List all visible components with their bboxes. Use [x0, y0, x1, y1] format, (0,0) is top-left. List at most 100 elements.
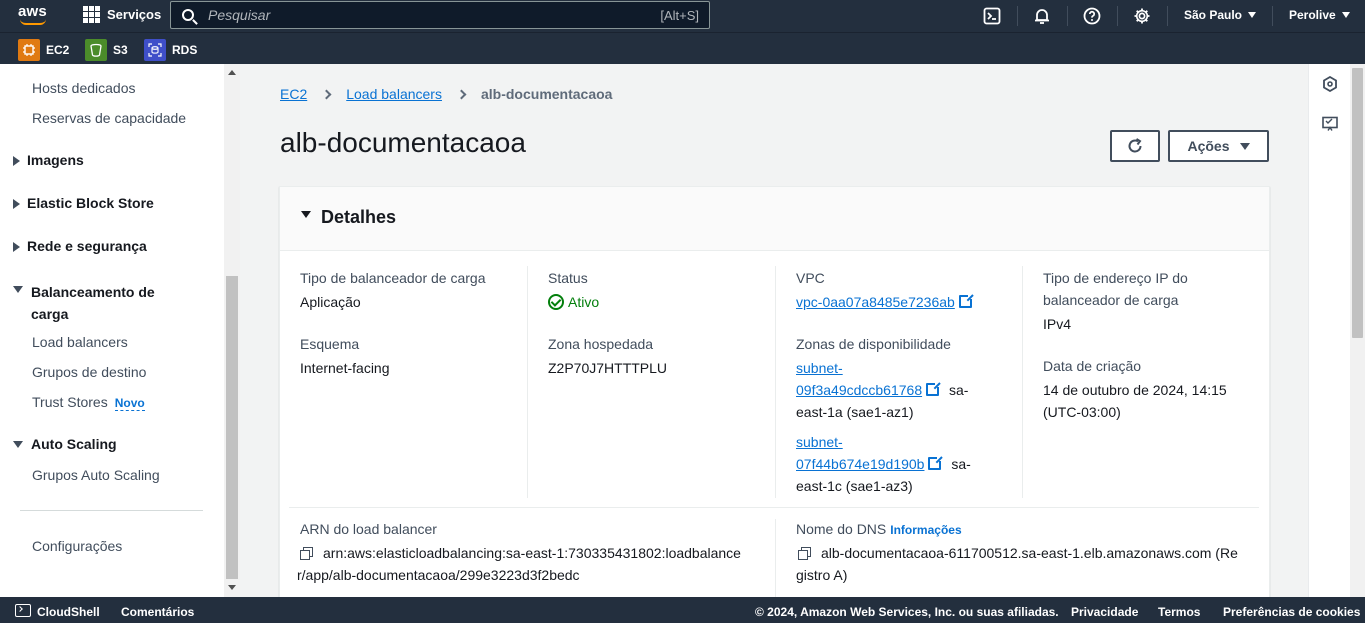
- page-title: alb-documentacaoa: [280, 127, 526, 158]
- bell-icon[interactable]: [1032, 6, 1052, 26]
- aws-logo[interactable]: aws: [18, 3, 50, 29]
- check-circle-icon: [548, 294, 564, 310]
- sidebar-item-hosts-dedicados[interactable]: Hosts dedicados: [32, 80, 136, 96]
- sidebar-section-label: Elastic Block Store: [27, 195, 154, 211]
- subnet1-az: east-1a (sae1-az1): [796, 404, 914, 420]
- breadcrumb-load-balancers[interactable]: Load balancers: [346, 86, 442, 102]
- actions-dropdown-button[interactable]: Ações: [1168, 130, 1269, 162]
- subnet1-az-part1: sa-: [949, 382, 969, 398]
- favorites-bar: EC2 S3 RDS: [0, 32, 1365, 64]
- scroll-down-icon[interactable]: [228, 585, 236, 590]
- sidebar-item-load-balancers[interactable]: Load balancers: [32, 334, 128, 350]
- esquema-label: Esquema: [300, 336, 360, 352]
- caret-down-icon: [301, 211, 311, 218]
- external-link-icon[interactable]: [958, 293, 974, 308]
- gear-icon[interactable]: [1132, 6, 1152, 26]
- sidebar-section-label: Auto Scaling: [31, 436, 117, 452]
- copy-icon[interactable]: [300, 547, 313, 560]
- row-divider: [289, 507, 1259, 508]
- refresh-icon: [1128, 138, 1142, 153]
- info-link[interactable]: Informações: [890, 523, 961, 537]
- subnet1-link-part1[interactable]: subnet-: [796, 360, 843, 376]
- caret-right-icon: [13, 242, 20, 252]
- vpc-link[interactable]: vpc-0aa07a8485e7236ab: [796, 294, 955, 310]
- arn-value-line1: arn:aws:elasticloadbalancing:sa-east-1:7…: [300, 542, 741, 564]
- sidebar-section-label-line1: Balanceamento de: [31, 284, 155, 300]
- footer-termos[interactable]: Termos: [1158, 605, 1200, 619]
- tipo-value: Aplicação: [300, 294, 361, 310]
- breadcrumb: EC2 Load balancers alb-documentacaoa: [280, 86, 612, 102]
- favorite-label: EC2: [46, 43, 70, 57]
- cloudshell-icon[interactable]: [982, 6, 1002, 26]
- favorite-label: RDS: [172, 43, 198, 57]
- caret-down-icon: [13, 441, 23, 448]
- sidebar-item-label: Trust Stores: [32, 394, 108, 410]
- zona-label: Zona hospedada: [548, 336, 654, 352]
- top-navigation: aws Serviços [Alt+S] São Paulo Perolive: [0, 0, 1365, 32]
- caret-down-icon: [1341, 12, 1350, 18]
- favorite-rds[interactable]: RDS: [144, 39, 197, 61]
- external-link-icon[interactable]: [928, 455, 944, 470]
- ip-label-line2: balanceador de carga: [1043, 292, 1179, 308]
- scroll-up-icon[interactable]: [228, 70, 236, 75]
- subnet2-line2: 07f44b674e19d190b sa-: [796, 453, 971, 475]
- services-menu-button[interactable]: Serviços: [83, 6, 161, 23]
- caret-right-icon: [13, 156, 20, 166]
- sidebar-item-grupos-auto-scaling[interactable]: Grupos Auto Scaling: [32, 467, 160, 483]
- favorite-ec2[interactable]: EC2: [18, 39, 69, 61]
- cloudshell-icon[interactable]: [15, 604, 31, 617]
- subnet2-link-part2[interactable]: 07f44b674e19d190b: [796, 456, 924, 472]
- copy-icon[interactable]: [798, 547, 811, 560]
- page-scrollbar-thumb[interactable]: [1352, 68, 1363, 338]
- help-icon[interactable]: [1082, 6, 1102, 26]
- account-menu[interactable]: Perolive: [1289, 8, 1350, 22]
- status-value: Ativo: [548, 291, 599, 313]
- tutorial-panel-icon[interactable]: [1322, 116, 1338, 132]
- footer-cloudshell[interactable]: CloudShell: [37, 605, 100, 619]
- caret-right-icon: [13, 199, 20, 209]
- subnet2-link-part1[interactable]: subnet-: [796, 434, 843, 450]
- column-divider: [775, 266, 776, 498]
- sidebar-section-label: Balanceamento de carga: [31, 281, 155, 325]
- sidebar-item-reservas[interactable]: Reservas de capacidade: [32, 110, 186, 126]
- new-badge: Novo: [114, 396, 145, 411]
- external-link-icon[interactable]: [926, 381, 942, 396]
- sidebar-scrollbar-thumb[interactable]: [226, 276, 238, 579]
- ec2-icon: [18, 39, 40, 61]
- refresh-button[interactable]: [1110, 130, 1160, 162]
- info-hexagon-icon[interactable]: [1322, 76, 1338, 92]
- data-value-line2: (UTC-03:00): [1043, 404, 1121, 420]
- sidebar-item-grupos-destino[interactable]: Grupos de destino: [32, 364, 146, 380]
- account-label: Perolive: [1289, 8, 1336, 22]
- region-label: São Paulo: [1184, 8, 1243, 22]
- sidebar-section-imagens[interactable]: Imagens: [13, 152, 84, 168]
- region-selector[interactable]: São Paulo: [1184, 8, 1257, 22]
- services-label: Serviços: [107, 7, 162, 22]
- sidebar-section-label: Rede e segurança: [27, 238, 147, 254]
- data-value-line1: 14 de outubro de 2024, 14:15: [1043, 382, 1227, 398]
- sidebar-item-trust-stores[interactable]: Trust Stores Novo: [32, 394, 145, 411]
- dns-value-line2: gistro A): [796, 567, 848, 583]
- search-bar[interactable]: [Alt+S]: [170, 1, 710, 29]
- details-panel-header[interactable]: Detalhes: [280, 187, 1269, 251]
- search-input[interactable]: [208, 7, 628, 23]
- sidebar-section-auto-scaling[interactable]: Auto Scaling: [13, 436, 117, 452]
- subnet1-link-part2[interactable]: 09f3a49cdccb61768: [796, 382, 922, 398]
- arn-text-part1: arn:aws:elasticloadbalancing:sa-east-1:7…: [323, 545, 741, 561]
- sidebar-section-balanceamento[interactable]: Balanceamento de carga: [13, 281, 155, 325]
- breadcrumb-ec2[interactable]: EC2: [280, 86, 307, 102]
- details-panel-title: Detalhes: [321, 207, 397, 227]
- sidebar-section-ebs[interactable]: Elastic Block Store: [13, 195, 154, 211]
- sidebar-item-configuracoes[interactable]: Configurações: [32, 538, 122, 554]
- subnet2-az: east-1c (sae1-az3): [796, 478, 913, 494]
- footer-comentarios[interactable]: Comentários: [121, 605, 194, 619]
- footer: CloudShell Comentários © 2024, Amazon We…: [0, 597, 1365, 623]
- esquema-value: Internet-facing: [300, 360, 390, 376]
- footer-cookies[interactable]: Preferências de cookies: [1223, 605, 1360, 619]
- sidebar-section-rede[interactable]: Rede e segurança: [13, 238, 147, 254]
- caret-down-icon: [13, 286, 23, 293]
- favorite-s3[interactable]: S3: [85, 39, 128, 61]
- footer-privacidade[interactable]: Privacidade: [1071, 605, 1138, 619]
- actions-label: Ações: [1187, 138, 1230, 154]
- chevron-right-icon: [321, 89, 332, 99]
